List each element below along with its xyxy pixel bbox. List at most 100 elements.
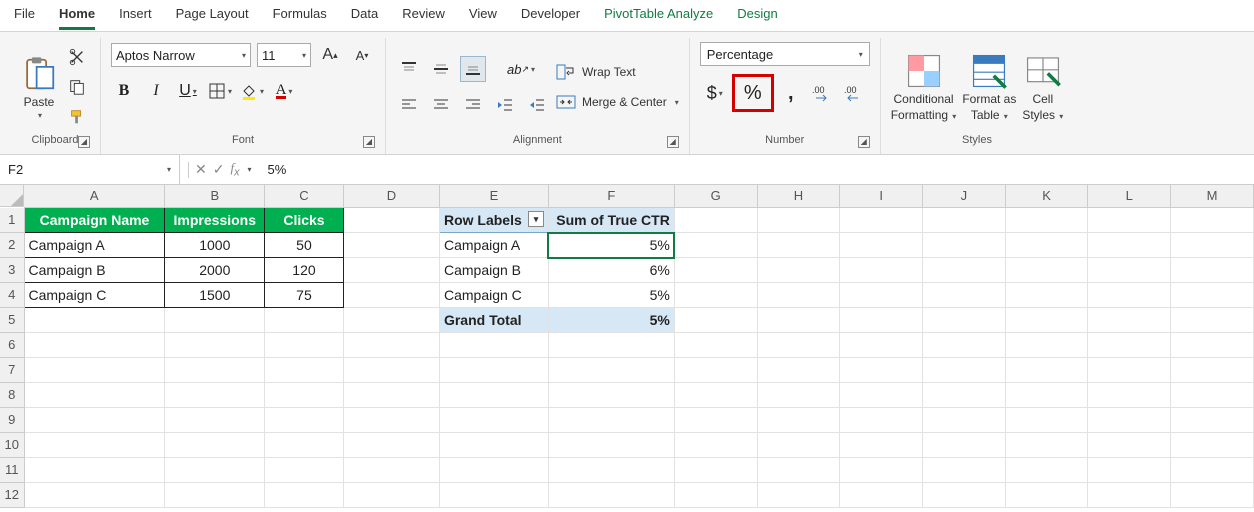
cell[interactable] (840, 458, 923, 483)
cell[interactable] (1005, 458, 1088, 483)
tab-data[interactable]: Data (351, 6, 378, 27)
col-header-D[interactable]: D (343, 185, 439, 208)
row-header-10[interactable]: 10 (0, 433, 24, 458)
cell[interactable] (548, 383, 674, 408)
cell[interactable] (1171, 408, 1254, 433)
cell[interactable] (1171, 283, 1254, 308)
cell-A4[interactable]: Campaign C (24, 283, 165, 308)
cell[interactable] (548, 333, 674, 358)
cell-E3[interactable]: Campaign B (439, 258, 548, 283)
cell[interactable] (840, 433, 923, 458)
cell-C5[interactable] (265, 308, 344, 333)
enter-formula-button[interactable]: ✓ (213, 161, 225, 178)
cell[interactable] (548, 408, 674, 433)
align-middle-button[interactable] (428, 56, 454, 82)
col-header-B[interactable]: B (165, 185, 265, 208)
cell[interactable] (840, 258, 923, 283)
cell[interactable] (24, 458, 165, 483)
cell[interactable] (674, 308, 757, 333)
cell[interactable] (343, 458, 439, 483)
tab-pivottable-analyze[interactable]: PivotTable Analyze (604, 6, 713, 27)
cell[interactable] (548, 358, 674, 383)
cell[interactable] (1005, 333, 1088, 358)
cell[interactable] (757, 433, 840, 458)
number-format-select[interactable]: Percentage ▾ (700, 42, 870, 66)
cell[interactable] (923, 258, 1006, 283)
row-header-11[interactable]: 11 (0, 458, 24, 483)
cell[interactable] (1005, 408, 1088, 433)
cell[interactable] (439, 408, 548, 433)
cell-A2[interactable]: Campaign A (24, 233, 165, 258)
cell-E4[interactable]: Campaign C (439, 283, 548, 308)
cell[interactable] (439, 433, 548, 458)
cell[interactable] (757, 458, 840, 483)
cell[interactable] (840, 358, 923, 383)
cell[interactable] (674, 458, 757, 483)
cell[interactable] (1171, 383, 1254, 408)
col-header-F[interactable]: F (548, 185, 674, 208)
cell[interactable] (674, 383, 757, 408)
cell[interactable] (674, 408, 757, 433)
cell[interactable] (757, 208, 840, 233)
cell[interactable] (1088, 258, 1171, 283)
col-header-G[interactable]: G (674, 185, 757, 208)
cell[interactable] (24, 383, 165, 408)
cell[interactable] (343, 433, 439, 458)
formula-input[interactable]: 5% (260, 162, 1254, 177)
cell[interactable] (923, 433, 1006, 458)
cell[interactable] (1171, 233, 1254, 258)
cell[interactable] (1005, 233, 1088, 258)
merge-center-button[interactable]: Merge & Center ▾ (556, 93, 679, 111)
cell[interactable] (674, 233, 757, 258)
increase-font-button[interactable]: A▴ (317, 42, 343, 68)
cell-B1[interactable]: Impressions (165, 208, 265, 233)
conditional-formatting-button[interactable]: Conditional Formatting ▾ (891, 52, 957, 122)
tab-insert[interactable]: Insert (119, 6, 152, 27)
cell[interactable] (1171, 483, 1254, 508)
cell-D3[interactable] (343, 258, 439, 283)
underline-button[interactable]: U▾ (175, 78, 201, 104)
row-header-7[interactable]: 7 (0, 358, 24, 383)
cell-B4[interactable]: 1500 (165, 283, 265, 308)
cell[interactable] (24, 483, 165, 508)
align-right-button[interactable] (460, 92, 486, 118)
col-header-I[interactable]: I (840, 185, 923, 208)
cell[interactable] (674, 283, 757, 308)
cell[interactable] (1005, 383, 1088, 408)
number-dialog-launcher[interactable]: ◢ (858, 136, 870, 148)
tab-formulas[interactable]: Formulas (273, 6, 327, 27)
cell[interactable] (840, 383, 923, 408)
cell[interactable] (923, 458, 1006, 483)
cell-F1[interactable]: Sum of True CTR (548, 208, 674, 233)
decrease-indent-button[interactable] (492, 92, 518, 118)
cell[interactable] (840, 483, 923, 508)
cell[interactable] (1171, 258, 1254, 283)
col-header-K[interactable]: K (1005, 185, 1088, 208)
cell[interactable] (674, 433, 757, 458)
cell[interactable] (24, 333, 165, 358)
cell[interactable] (1005, 208, 1088, 233)
cell[interactable] (343, 383, 439, 408)
cell[interactable] (757, 258, 840, 283)
cell[interactable] (757, 333, 840, 358)
cell[interactable] (1171, 458, 1254, 483)
row-header-4[interactable]: 4 (0, 283, 24, 308)
col-header-A[interactable]: A (24, 185, 165, 208)
row-header-9[interactable]: 9 (0, 408, 24, 433)
select-all-button[interactable] (0, 185, 24, 207)
insert-function-button[interactable]: fx (230, 160, 239, 179)
cell[interactable] (343, 483, 439, 508)
row-header-12[interactable]: 12 (0, 483, 24, 508)
row-header-5[interactable]: 5 (0, 308, 24, 333)
align-center-button[interactable] (428, 92, 454, 118)
cell[interactable] (674, 208, 757, 233)
tab-view[interactable]: View (469, 6, 497, 27)
cell[interactable] (923, 408, 1006, 433)
cell[interactable] (439, 483, 548, 508)
cell[interactable] (757, 233, 840, 258)
cell[interactable] (840, 408, 923, 433)
cell[interactable] (757, 483, 840, 508)
cell[interactable] (1088, 233, 1171, 258)
orientation-button[interactable]: ab↗▾ (508, 56, 534, 82)
col-header-L[interactable]: L (1088, 185, 1171, 208)
